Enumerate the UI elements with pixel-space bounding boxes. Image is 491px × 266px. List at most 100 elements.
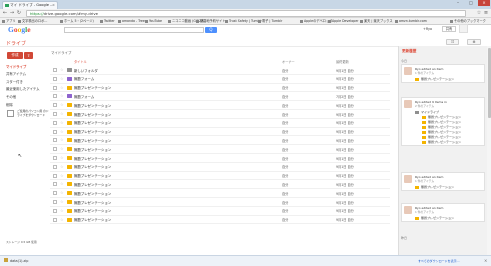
url-input[interactable]: https://drive.google.com/#my-drive bbox=[26, 10, 466, 17]
activity-file[interactable]: 無題プレゼンテーション bbox=[415, 77, 454, 81]
row-checkbox[interactable] bbox=[53, 120, 57, 125]
row-checkbox[interactable] bbox=[53, 112, 57, 116]
upload-button[interactable]: ⇪ bbox=[24, 52, 33, 59]
avatar[interactable] bbox=[459, 24, 468, 33]
file-name[interactable]: 無題フォーム bbox=[74, 76, 94, 81]
forward-icon[interactable]: → bbox=[9, 10, 15, 17]
file-name[interactable]: 無題プレゼンテーション bbox=[74, 85, 111, 90]
table-row[interactable]: ☆ 無題プレゼンテーション 自分 9月1日 自分 bbox=[50, 207, 390, 216]
row-checkbox[interactable] bbox=[53, 68, 57, 72]
file-name[interactable]: 無題フォーム bbox=[74, 94, 94, 99]
file-name[interactable]: 無題プレゼンテーション bbox=[74, 182, 111, 187]
activity-card[interactable]: Ryo edited 9 items in 2 件のアイテム マイドライブ 無題プレゼ… bbox=[401, 97, 485, 146]
browser-tab[interactable]: マイ ドライブ - Google ... × bbox=[2, 1, 58, 9]
close-tab-icon[interactable]: × bbox=[52, 2, 55, 9]
star-icon[interactable]: ☆ bbox=[60, 155, 64, 160]
search-input[interactable] bbox=[64, 27, 204, 33]
table-row[interactable]: ☆ 無題プレゼンテーション 自分 9月1日 自分 bbox=[50, 216, 390, 225]
download-item[interactable]: data(1).zip bbox=[4, 258, 28, 263]
bookmark-item[interactable]: 楽天 | 楽天ブックス bbox=[360, 19, 393, 24]
row-checkbox[interactable] bbox=[53, 129, 57, 134]
activity-file[interactable]: 無題プレゼンテーション bbox=[422, 125, 461, 129]
file-name[interactable]: 無題プレゼンテーション bbox=[74, 129, 111, 134]
star-icon[interactable]: ☆ bbox=[60, 120, 64, 125]
file-name[interactable]: 無題プレゼンテーション bbox=[74, 208, 111, 213]
scrollbar[interactable] bbox=[487, 46, 491, 255]
table-row[interactable]: ☆ 無題プレゼンテーション 自分 9月1日 自分 bbox=[50, 198, 390, 207]
bookmark-item[interactable]: Trust Safety | Tumblr bbox=[225, 19, 262, 24]
star-icon[interactable]: ☆ bbox=[60, 67, 64, 72]
back-icon[interactable]: ← bbox=[2, 10, 8, 17]
file-name[interactable]: 無題プレゼンテーション bbox=[74, 164, 111, 169]
star-icon[interactable]: ☆ bbox=[476, 10, 482, 17]
row-checkbox[interactable] bbox=[53, 156, 57, 160]
bookmark-item[interactable]: 文字検出のロボ... bbox=[18, 19, 47, 24]
table-row[interactable]: ☆ 無題フォーム 自分 9月1日 自分 bbox=[50, 75, 390, 84]
column-header-title[interactable]: タイトル bbox=[74, 59, 87, 64]
breadcrumb[interactable]: マイドライブ bbox=[51, 50, 71, 55]
table-row[interactable]: ☆ 無題プレゼンテーション 自分 9月1日 自分 bbox=[50, 119, 390, 128]
bookmark-item[interactable]: amzn.tumblr.com bbox=[395, 19, 427, 24]
activity-folder[interactable]: マイドライブ bbox=[415, 110, 439, 114]
file-name[interactable]: 無題プレゼンテーション bbox=[74, 138, 111, 143]
create-button[interactable]: 作成 bbox=[7, 52, 23, 59]
sidebar-item-trash[interactable]: 削除 bbox=[6, 102, 13, 107]
star-icon[interactable]: ☆ bbox=[60, 85, 64, 90]
show-all-downloads-link[interactable]: すべてのダウンロードを表示... bbox=[418, 259, 460, 263]
activity-file[interactable]: 無題プレゼンテーション bbox=[422, 135, 461, 139]
activity-card[interactable]: Ryo edited an item 1 件のアイテム 無題プレゼンテーション bbox=[401, 172, 485, 191]
star-icon[interactable]: ☆ bbox=[60, 102, 64, 107]
activity-card[interactable]: Ryo edited an item 1 件のアイテム 無題プレゼンテーション bbox=[401, 203, 485, 222]
row-checkbox[interactable] bbox=[53, 147, 57, 152]
activity-file[interactable]: 無題プレゼンテーション bbox=[422, 130, 461, 134]
table-row[interactable]: ☆ 無題プレゼンテーション 自分 9月1日 自分 bbox=[50, 172, 390, 181]
close-window-icon[interactable]: × bbox=[478, 0, 490, 6]
activity-file[interactable]: 無題プレゼンテーション bbox=[415, 185, 454, 189]
maximize-icon[interactable]: □ bbox=[465, 0, 477, 6]
bookmark-item[interactable]: アプリ bbox=[2, 19, 16, 24]
reload-icon[interactable]: ↻ bbox=[16, 10, 22, 17]
file-name[interactable]: 無題プレゼンテーション bbox=[74, 200, 111, 205]
row-checkbox[interactable] bbox=[53, 94, 57, 99]
bookmark-item[interactable]: amanda - Trees bbox=[118, 19, 147, 24]
file-name[interactable]: 無題プレゼンテーション bbox=[74, 147, 111, 152]
row-checkbox[interactable] bbox=[53, 85, 57, 90]
star-icon[interactable]: ☆ bbox=[60, 217, 64, 222]
file-name[interactable]: 無題プレゼンテーション bbox=[74, 156, 111, 161]
star-icon[interactable]: ☆ bbox=[60, 146, 64, 151]
sidebar-item-starred[interactable]: スター付き bbox=[6, 79, 23, 84]
file-name[interactable]: 無題プレゼンテーション bbox=[74, 191, 111, 196]
star-icon[interactable]: ☆ bbox=[60, 129, 64, 134]
table-row[interactable]: ☆ 無題プレゼンテーション 自分 9月1日 自分 bbox=[50, 110, 390, 119]
star-icon[interactable]: ☆ bbox=[60, 76, 64, 81]
activity-file[interactable]: 無題プレゼンテーション bbox=[422, 115, 461, 119]
share-button[interactable]: 共有 bbox=[442, 26, 456, 32]
row-checkbox[interactable] bbox=[53, 138, 57, 143]
row-checkbox[interactable] bbox=[53, 173, 57, 178]
file-name[interactable]: 無題プレゼンテーション bbox=[74, 217, 111, 222]
sidebar-item-recent[interactable]: 最近使用したアイテム bbox=[6, 86, 40, 91]
star-icon[interactable]: ☆ bbox=[60, 173, 64, 178]
sidebar-item-my-drive[interactable]: マイドライブ bbox=[6, 64, 26, 69]
row-checkbox[interactable] bbox=[53, 200, 57, 204]
file-name[interactable]: 新しいフォルダ bbox=[74, 68, 98, 73]
scrollbar-thumb[interactable] bbox=[487, 48, 491, 118]
sidebar-item-shared[interactable]: 共有アイテム bbox=[6, 71, 26, 76]
row-checkbox[interactable] bbox=[53, 208, 57, 213]
activity-card[interactable]: Ryo edited an item 1 件のアイテム 無題プレゼンテーション bbox=[401, 64, 485, 83]
star-icon[interactable]: ☆ bbox=[60, 199, 64, 204]
table-row[interactable]: ☆ 無題プレゼンテーション 自分 9月1日 自分 bbox=[50, 145, 390, 154]
close-download-shelf-icon[interactable]: × bbox=[484, 258, 487, 263]
column-header-modified[interactable]: 最終更新 bbox=[336, 59, 349, 64]
view-toggle-button[interactable]: ☷ bbox=[446, 39, 459, 45]
star-icon[interactable]: ☆ bbox=[60, 164, 64, 169]
row-checkbox[interactable] bbox=[53, 76, 57, 81]
table-row[interactable]: ☆ 無題プレゼンテーション 自分 9月1日 自分 bbox=[50, 163, 390, 172]
sidebar-item-more[interactable]: その他 bbox=[6, 94, 16, 99]
table-row[interactable]: ☆ 無題プレゼンテーション 自分 9月1日 自分 bbox=[50, 128, 390, 137]
star-icon[interactable]: ☆ bbox=[60, 111, 64, 116]
file-name[interactable]: 無題プレゼンテーション bbox=[74, 112, 111, 117]
table-row[interactable]: ☆ 新しいフォルダ 自分 9月1日 自分 bbox=[50, 66, 390, 75]
activity-file[interactable]: 無題プレゼンテーション bbox=[415, 216, 454, 220]
star-icon[interactable]: ☆ bbox=[60, 190, 64, 195]
